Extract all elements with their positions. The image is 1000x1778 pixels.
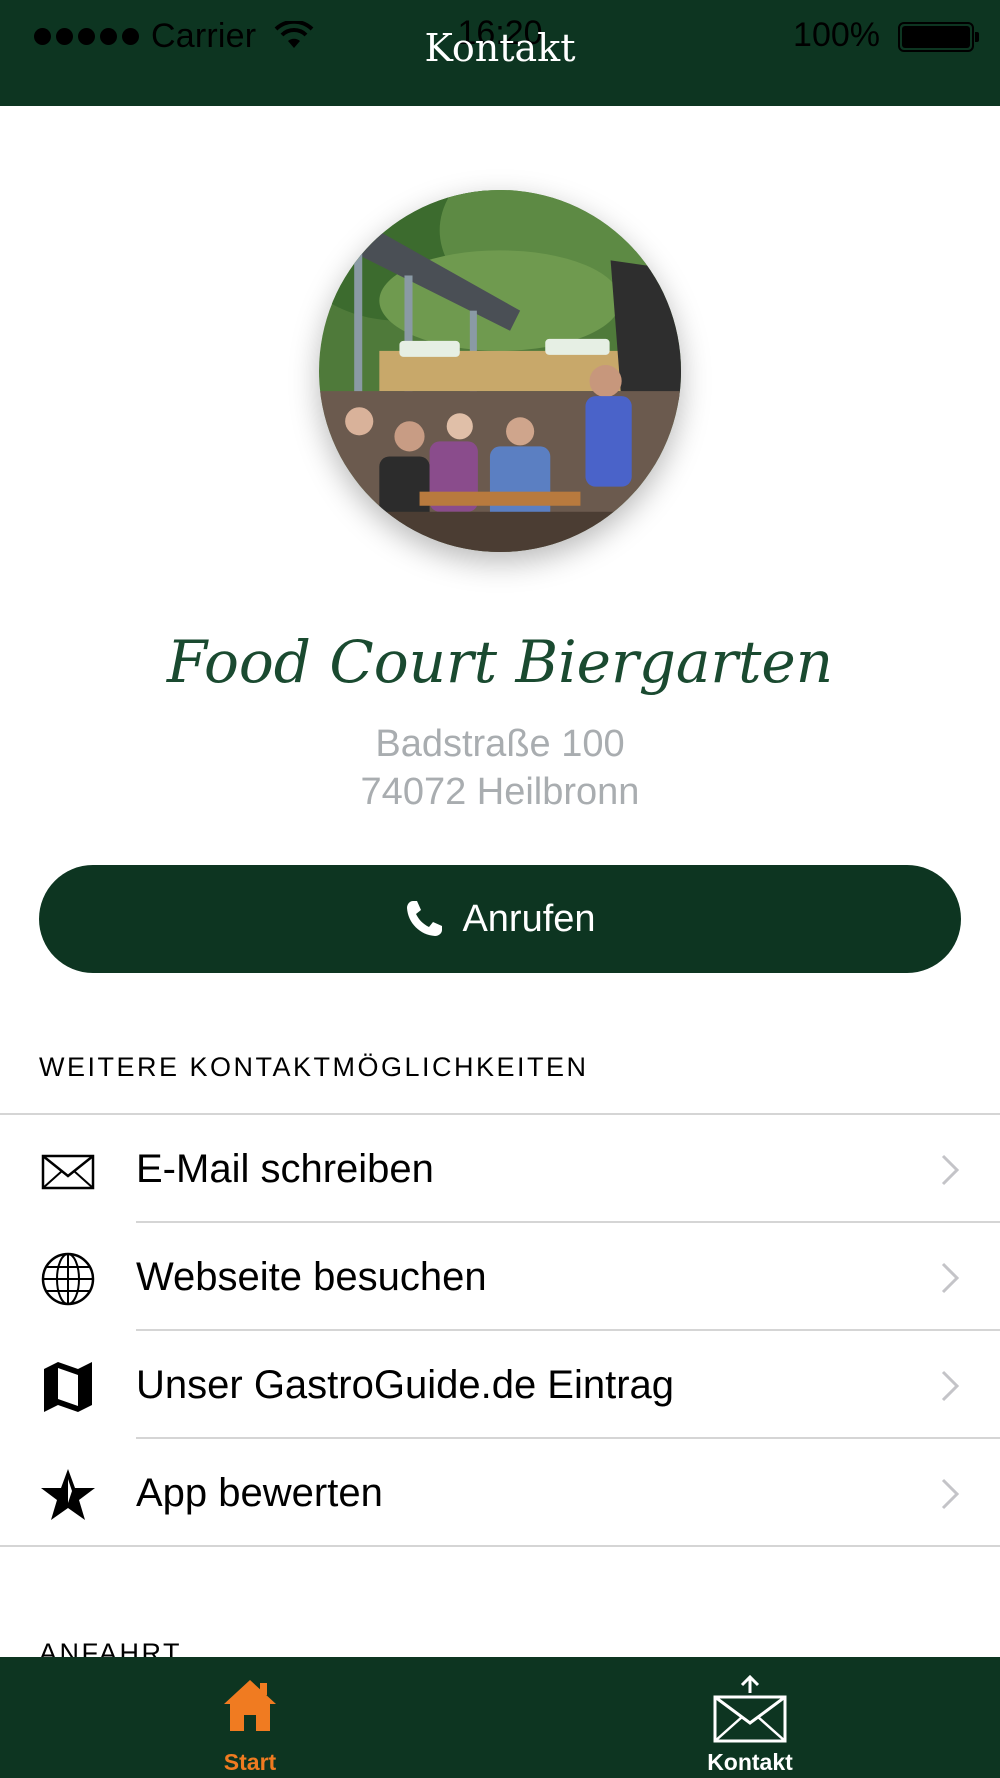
tab-kontakt[interactable]: Kontakt bbox=[500, 1657, 1000, 1778]
tab-bar: Start Kontakt bbox=[0, 1657, 1000, 1778]
map-icon bbox=[44, 1362, 92, 1412]
venue-city: 74072 Heilbronn bbox=[360, 771, 640, 813]
list-item-rate-app[interactable]: App bewerten bbox=[0, 1439, 1000, 1547]
list-item-label: E-Mail schreiben bbox=[136, 1147, 434, 1191]
globe-icon bbox=[41, 1252, 95, 1306]
list-item-label: App bewerten bbox=[136, 1471, 383, 1515]
home-icon bbox=[224, 1680, 276, 1731]
divider bbox=[0, 1545, 1000, 1547]
list-item-email[interactable]: E-Mail schreiben bbox=[0, 1115, 1000, 1223]
chevron-right-icon bbox=[941, 1478, 960, 1510]
venue-photo bbox=[319, 190, 681, 552]
mail-send-icon bbox=[713, 1675, 787, 1743]
call-button[interactable]: Anrufen bbox=[39, 865, 961, 973]
tab-start[interactable]: Start bbox=[0, 1657, 500, 1778]
top-navigation-bar: Carrier 16:20 Kontakt 100% bbox=[0, 0, 1000, 106]
chevron-right-icon bbox=[941, 1154, 960, 1186]
venue-street: Badstraße 100 bbox=[375, 723, 625, 765]
chevron-right-icon bbox=[941, 1370, 960, 1402]
venue-name: Food Court Biergarten bbox=[166, 628, 834, 696]
call-button-label: Anrufen bbox=[462, 897, 596, 940]
phone-icon bbox=[407, 901, 443, 936]
tab-label: Start bbox=[223, 1749, 277, 1775]
list-item-gastroguide[interactable]: Unser GastroGuide.de Eintrag bbox=[0, 1331, 1000, 1439]
battery-percentage: 100% bbox=[793, 16, 880, 54]
list-item-label: Unser GastroGuide.de Eintrag bbox=[136, 1363, 675, 1407]
battery-icon bbox=[898, 22, 979, 52]
list-item-label: Webseite besuchen bbox=[136, 1255, 487, 1299]
star-icon bbox=[41, 1469, 95, 1520]
section-header-contact: WEITERE KONTAKTMÖGLICHKEITEN bbox=[39, 1052, 589, 1082]
envelope-icon bbox=[41, 1154, 95, 1190]
chevron-right-icon bbox=[941, 1262, 960, 1294]
list-item-website[interactable]: Webseite besuchen bbox=[0, 1223, 1000, 1331]
tab-label: Kontakt bbox=[707, 1749, 793, 1775]
